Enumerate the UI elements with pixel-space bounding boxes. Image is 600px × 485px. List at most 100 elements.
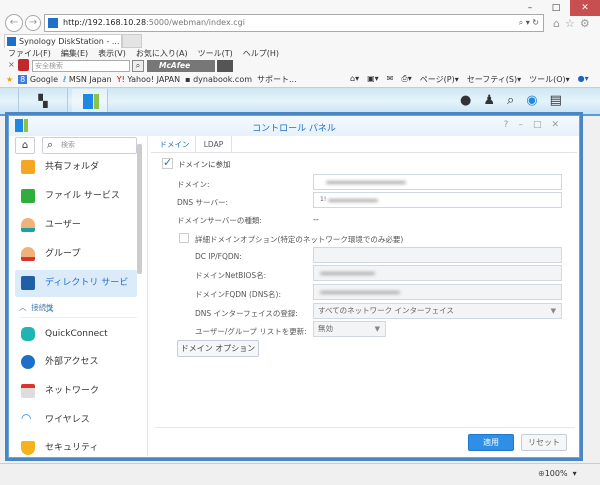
dsm-tray: ● ♟ ⌕ ◉ ▤ [460,94,562,108]
home-button[interactable]: ⌂ [15,137,35,154]
window-titlebar[interactable]: コントロール パネル ?–□✕ [9,116,579,136]
join-domain-label: ドメインに参加 [178,160,231,169]
wifi-icon: ◠ [21,411,32,425]
sidebar-item-external-access[interactable]: 外部アクセス [15,349,137,376]
netbios-input[interactable] [313,265,562,281]
new-tab-button[interactable] [122,34,142,48]
fqdn-label: ドメインFQDN (DNS名): [195,290,282,299]
sidebar-item-directory-service[interactable]: ディレクトリ サービス [15,270,137,315]
domain-options-button[interactable]: ドメイン オプション [177,340,259,357]
safety-menu[interactable]: セーフティ(S)▾ [467,74,521,85]
menu-tools[interactable]: ツール(T) [198,48,233,59]
feeds-icon[interactable]: ▣▾ [367,74,379,85]
globe-icon [21,355,35,369]
apply-button[interactable]: 適用 [468,434,514,451]
forward-button[interactable]: → [25,15,41,31]
browser-tab[interactable]: Synology DiskStation - ... × [4,34,129,48]
sidebar-scrollbar[interactable] [137,144,142,274]
fav-yahoo[interactable]: Y! Yahoo! JAPAN [117,75,180,84]
file-services-icon [21,189,35,203]
search-icon[interactable]: ⌕ [507,94,514,108]
tools-menu[interactable]: ツール(O)▾ [529,74,570,85]
update-list-select[interactable]: 無効 ▼ [313,321,386,337]
quickconnect-icon [21,327,35,341]
menu-help[interactable]: ヘルプ(H) [243,48,279,59]
window-controls[interactable]: ?–□✕ [504,120,569,130]
sidebar-item-network[interactable]: ネットワーク [15,378,137,405]
close-button[interactable]: ✕ [570,0,600,16]
menu-favorites[interactable]: お気に入り(A) [136,48,188,59]
command-bar: ⌂▾ ▣▾ ✉ ⎙▾ ページ(P)▾ セーフティ(S)▾ ツール(O)▾ ●▾ [350,74,589,85]
mcafee-button[interactable]: McAfee [147,60,215,72]
sidebar-item-user[interactable]: ユーザー [15,212,137,239]
chevron-down-icon: ▼ [374,325,380,333]
reset-button[interactable]: リセット [521,434,567,451]
address-bar[interactable]: http://192.168.10.28:5000/webman/index.c… [44,14,544,32]
folder-icon [21,160,35,174]
dsm-taskbar: ▚ ● ♟ ⌕ ◉ ▤ [0,88,600,116]
menu-bar: ファイル(F) 編集(E) 表示(V) お気に入り(A) ツール(T) ヘルプ(H) [8,48,279,59]
safe-search-input[interactable]: 安全検索 [32,60,130,72]
advanced-options-checkbox[interactable] [179,233,189,243]
dc-label: DC IP/FQDN: [195,252,242,261]
sidebar-item-security[interactable]: セキュリティ [15,435,137,462]
menu-edit[interactable]: 編集(E) [61,48,88,59]
tab-ldap[interactable]: LDAP [196,136,232,153]
domain-input[interactable] [313,174,562,190]
sidebar-item-shared-folder[interactable]: 共有フォルダ [15,154,137,181]
notification-icon[interactable]: ◉ [526,94,537,108]
fav-msn[interactable]: ℓ MSN Japan [63,75,112,84]
server-type-value: -- [313,215,319,224]
print-icon[interactable]: ⎙▾ [401,74,411,85]
window-title: コントロール パネル [252,124,336,134]
close-toolbar-icon[interactable]: × [8,60,15,69]
widgets-icon[interactable]: ▤ [550,94,562,108]
group-icon [21,247,35,261]
dns-register-label: DNS インターフェイスの登録: [195,309,298,318]
favorites-star-icon[interactable]: ★ [6,75,13,84]
dns-register-select[interactable]: すべてのネットワーク インターフェイス ▼ [313,303,562,319]
sidebar-search-input[interactable]: ⌕ 検索 [42,137,137,154]
section-connectivity[interactable]: ︿ 接続性 [19,302,137,318]
netbios-label: ドメインNetBIOS名: [195,271,267,280]
server-type-label: ドメインサーバーの種類: [177,216,262,225]
chat-icon[interactable]: ● [460,94,471,108]
dc-input[interactable] [313,247,562,263]
sidebar-item-file-services[interactable]: ファイル サービス [15,183,137,210]
user-icon [21,218,35,232]
page-menu[interactable]: ページ(P)▾ [420,74,459,85]
zoom-level[interactable]: ⊕100% ▾ [538,469,577,478]
shield-icon [21,441,35,455]
dns-server-input[interactable]: 1! [313,192,562,208]
user-icon[interactable]: ♟ [483,94,495,108]
menu-view[interactable]: 表示(V) [98,48,126,59]
fav-google[interactable]: 8 Google [18,75,58,84]
directory-icon [21,276,35,290]
share-icon[interactable] [217,60,233,72]
search-icon[interactable]: ⌕ [132,60,144,72]
control-panel-taskbar-button[interactable] [72,89,108,114]
join-domain-checkbox[interactable]: ✓ [162,157,173,169]
fqdn-input[interactable] [313,284,562,300]
chevron-down-icon: ▼ [550,307,556,315]
home-star-gear-icons[interactable]: ⌂☆⚙ [553,17,595,30]
browser-chrome: – □ ✕ ← → http://192.168.10.28:5000/webm… [0,0,600,88]
advanced-options-label: 詳細ドメインオプション(特定のネットワーク環境でのみ必要) [195,235,404,244]
main-menu-button[interactable]: ▚ [18,88,68,114]
status-bar: ⊕100% ▾ [0,463,600,485]
menu-file[interactable]: ファイル(F) [8,48,51,59]
help-icon[interactable]: ●▾ [578,74,589,85]
domain-label: ドメイン: [177,180,210,189]
tab-domain[interactable]: ドメイン [154,136,196,153]
back-button[interactable]: ← [5,14,23,32]
sidebar-item-group[interactable]: グループ [15,241,137,268]
home-icon[interactable]: ⌂▾ [350,74,359,85]
favorites-bar: ★ 8 Google ℓ MSN Japan Y! Yahoo! JAPAN ▪… [6,74,297,85]
fav-support[interactable]: サポート... [257,74,297,85]
fav-dynabook[interactable]: ▪ dynabook.com [185,75,252,84]
sidebar-item-wireless[interactable]: ◠ ワイヤレス [15,407,137,434]
dns-server-label: DNS サーバー: [177,198,228,207]
sidebar-item-quickconnect[interactable]: QuickConnect [15,321,137,348]
mail-icon[interactable]: ✉ [387,74,394,85]
maximize-button[interactable]: □ [544,0,568,16]
